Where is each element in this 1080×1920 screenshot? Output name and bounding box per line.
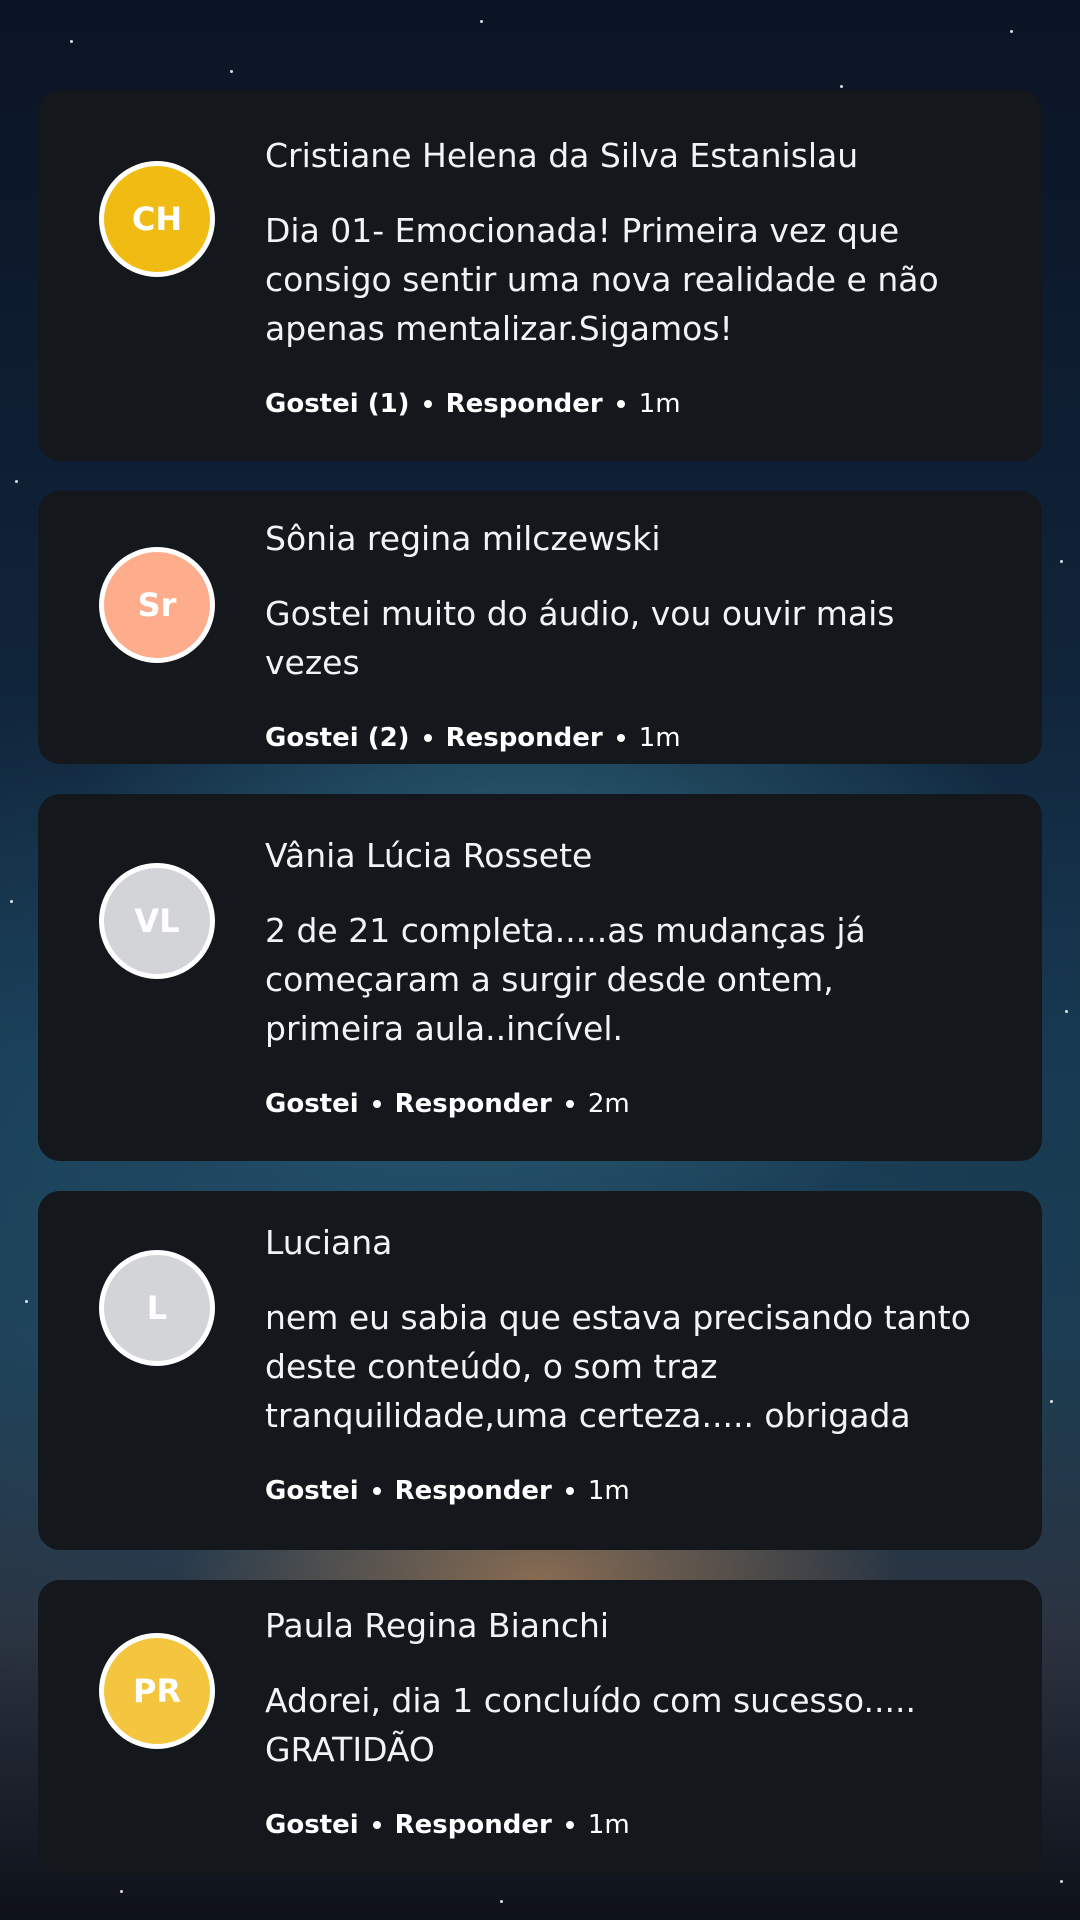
avatar[interactable]: VL (99, 863, 215, 979)
comment-author[interactable]: Vânia Lúcia Rossete (265, 836, 982, 876)
separator-dot (565, 1487, 574, 1495)
separator-dot (423, 400, 432, 408)
reply-button[interactable]: Responder (395, 1089, 552, 1119)
like-button[interactable]: Gostei (2) (265, 723, 410, 753)
avatar[interactable]: L (99, 1250, 215, 1366)
comment-author[interactable]: Sônia regina milczewski (265, 519, 982, 559)
separator-dot (372, 1100, 381, 1108)
separator-dot (372, 1487, 381, 1495)
comment-timestamp: 1m (638, 389, 681, 419)
comment-text: 2 de 21 completa.....as mudanças já come… (265, 911, 866, 1048)
separator-dot (616, 734, 625, 742)
comment-timestamp: 2m (587, 1089, 630, 1119)
comment-text: Gostei muito do áudio, vou ouvir mais ve… (265, 594, 895, 682)
comment-card: L Luciana nem eu sabia que estava precis… (38, 1191, 1042, 1550)
like-button[interactable]: Gostei (265, 1810, 359, 1840)
comment-timestamp: 1m (587, 1476, 630, 1506)
separator-dot (372, 1821, 381, 1829)
separator-dot (565, 1100, 574, 1108)
comment-timestamp: 1m (638, 723, 681, 753)
comment-author[interactable]: Cristiane Helena da Silva Estanislau (265, 136, 982, 176)
reply-button[interactable]: Responder (446, 389, 603, 419)
separator-dot (616, 400, 625, 408)
like-button[interactable]: Gostei (265, 1476, 359, 1506)
comment-timestamp: 1m (587, 1810, 630, 1840)
comment-actions: Gostei (2) Responder 1m (265, 723, 982, 753)
comment-text: Dia 01- Emocionada! Primeira vez que con… (265, 211, 939, 348)
comment-author[interactable]: Paula Regina Bianchi (265, 1606, 982, 1646)
like-button[interactable]: Gostei (1) (265, 389, 410, 419)
separator-dot (423, 734, 432, 742)
comment-actions: Gostei Responder 1m (265, 1810, 982, 1840)
comment-card: CH Cristiane Helena da Silva Estanislau … (38, 90, 1042, 461)
comment-author[interactable]: Luciana (265, 1223, 982, 1263)
comment-actions: Gostei Responder 2m (265, 1089, 982, 1119)
avatar[interactable]: PR (99, 1633, 215, 1749)
reply-button[interactable]: Responder (395, 1476, 552, 1506)
like-button[interactable]: Gostei (265, 1089, 359, 1119)
comment-card: Sr Sônia regina milczewski Gostei muito … (38, 491, 1042, 764)
reply-button[interactable]: Responder (395, 1810, 552, 1840)
comment-text: Adorei, dia 1 concluído com sucesso.....… (265, 1681, 916, 1769)
reply-button[interactable]: Responder (446, 723, 603, 753)
avatar[interactable]: Sr (99, 547, 215, 663)
separator-dot (565, 1821, 574, 1829)
avatar[interactable]: CH (99, 161, 215, 277)
comment-text: nem eu sabia que estava precisando tanto… (265, 1298, 971, 1435)
comment-card: PR Paula Regina Bianchi Adorei, dia 1 co… (38, 1580, 1042, 1876)
comment-actions: Gostei Responder 1m (265, 1476, 982, 1506)
comment-actions: Gostei (1) Responder 1m (265, 389, 982, 419)
comment-card: VL Vânia Lúcia Rossete 2 de 21 completa.… (38, 794, 1042, 1161)
